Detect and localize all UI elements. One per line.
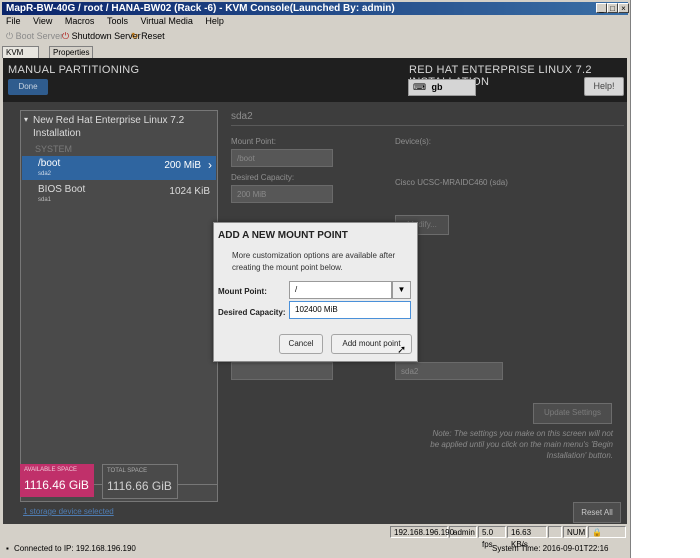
menu-bar: File View Macros Tools Virtual Media Hel… <box>2 15 628 27</box>
page-title: MANUAL PARTITIONING <box>8 64 140 76</box>
settings-note: Note: The settings you make on this scre… <box>430 429 613 460</box>
lock-icon: 🔒 <box>588 526 626 538</box>
status-user: admin <box>449 526 477 538</box>
desired-capacity-field[interactable]: 200 MiB <box>231 185 333 203</box>
installation-header: New Red Hat Enterprise Linux 7.2 Install… <box>33 115 185 139</box>
dialog-description: More customization options are available… <box>232 251 396 272</box>
name-field[interactable]: sda2 <box>395 362 503 380</box>
total-space-box: TOTAL SPACE 1116.66 GiB <box>102 464 178 499</box>
dialog-mount-point-input[interactable]: / <box>289 281 392 299</box>
partition-name: BIOS Boot <box>38 184 86 195</box>
add-mount-point-dialog: ADD A NEW MOUNT POINT More customization… <box>213 222 418 362</box>
maximize-button[interactable]: □ <box>607 3 618 13</box>
shutdown-icon: ⏻ <box>62 31 70 41</box>
partition-size: 200 MiB <box>164 160 201 171</box>
cancel-button[interactable]: Cancel <box>279 334 323 354</box>
menu-file[interactable]: File <box>6 16 21 26</box>
menu-help[interactable]: Help <box>205 16 224 26</box>
available-space-label: AVAILABLE SPACE <box>24 467 78 473</box>
status-ip: 192.168.196.190 <box>390 526 454 538</box>
reset-label: Reset <box>141 31 165 41</box>
available-space-box: AVAILABLE SPACE 1116.46 GiB <box>20 464 94 497</box>
window-title-bar: MapR-BW-40G / root / HANA-BW02 (Rack -6)… <box>2 2 628 15</box>
tab-properties[interactable]: Properties <box>49 46 94 58</box>
shutdown-server-button[interactable]: ⏻ Shutdown Server <box>62 28 141 44</box>
system-section-label: SYSTEM <box>35 144 73 154</box>
menu-macros[interactable]: Macros <box>65 16 95 26</box>
device-value: Cisco UCSC-MRAIDC460 (sda) <box>395 178 508 187</box>
available-space-value: 1116.46 GiB <box>24 478 89 492</box>
dialog-mount-point-label: Mount Point: <box>218 287 267 296</box>
cursor-icon: ➚ <box>397 344 407 356</box>
window-title: MapR-BW-40G / root / HANA-BW02 (Rack -6)… <box>6 3 395 14</box>
partition-size: 1024 KiB <box>169 186 210 197</box>
status-blank <box>548 526 562 538</box>
total-space-label: TOTAL SPACE <box>107 468 148 474</box>
keyboard-layout: gb <box>431 82 443 92</box>
close-button[interactable]: × <box>618 3 629 13</box>
reset-button[interactable]: ↻ Reset <box>131 28 165 44</box>
storage-device-link[interactable]: 1 storage device selected <box>23 507 114 516</box>
partition-row-bios-boot[interactable]: BIOS Boot sda1 1024 KiB <box>22 182 216 206</box>
dialog-capacity-label: Desired Capacity: <box>218 308 286 317</box>
divider <box>231 125 624 126</box>
status-bar: 192.168.196.190 admin 5.0 fps 16.63 KB/s… <box>2 525 628 549</box>
boot-server-button[interactable]: ⏻ Boot Server <box>6 28 63 44</box>
power-icon: ⏻ <box>6 31 14 41</box>
menu-tools[interactable]: Tools <box>107 16 128 26</box>
label-field[interactable] <box>231 362 333 380</box>
desired-capacity-label: Desired Capacity: <box>231 173 295 182</box>
update-settings-button[interactable]: Update Settings <box>533 403 612 424</box>
reset-icon: ↻ <box>131 31 139 41</box>
menu-view[interactable]: View <box>33 16 52 26</box>
status-num: NUM <box>563 526 587 538</box>
keyboard-layout-indicator[interactable]: ⌨ gb <box>408 79 476 96</box>
help-button[interactable]: Help! <box>584 77 624 96</box>
status-fps: 5.0 fps <box>478 526 506 549</box>
partition-title: sda2 <box>231 111 253 122</box>
chevron-down-icon[interactable]: ▼ <box>392 281 411 299</box>
network-icon: ▪ <box>6 544 9 553</box>
system-time: System Time: 2016-09-01T22:16 <box>492 544 609 553</box>
boot-server-label: Boot Server <box>15 31 64 41</box>
status-rate: 16.63 KB/s <box>507 526 547 549</box>
done-button[interactable]: Done <box>8 79 48 95</box>
partition-list-panel: ▾ New Red Hat Enterprise Linux 7.2 Insta… <box>20 110 218 502</box>
menu-virtual-media[interactable]: Virtual Media <box>140 16 192 26</box>
collapse-arrow-icon[interactable]: ▾ <box>24 115 28 124</box>
tab-kvm-console[interactable]: KVM Console <box>2 46 40 68</box>
connection-bar: ▪ Connected to IP: 192.168.196.190 Syste… <box>2 541 628 556</box>
partition-row-boot[interactable]: /boot sda2 200 MiB › <box>22 156 216 180</box>
toolbar: ⏻ Boot Server ⏻ Shutdown Server ↻ Reset <box>2 28 628 44</box>
mount-point-field[interactable]: /boot <box>231 149 333 167</box>
connected-ip: Connected to IP: 192.168.196.190 <box>14 544 136 553</box>
dialog-capacity-input[interactable]: 102400 MiB <box>289 301 411 319</box>
partition-device: sda1 <box>38 197 52 203</box>
partition-device: sda2 <box>38 171 52 177</box>
device-label: Device(s): <box>395 137 432 146</box>
total-space-value: 1116.66 GiB <box>107 479 172 493</box>
kvm-screen[interactable]: MANUAL PARTITIONING Done RED HAT ENTERPR… <box>3 58 627 524</box>
minimize-button[interactable]: _ <box>596 3 607 13</box>
partition-name: /boot <box>38 158 61 169</box>
keyboard-icon: ⌨ <box>413 82 426 92</box>
mount-point-label: Mount Point: <box>231 137 276 146</box>
chevron-right-icon: › <box>208 158 212 172</box>
dialog-title: ADD A NEW MOUNT POINT <box>218 230 348 241</box>
reset-all-button[interactable]: Reset All <box>573 502 621 523</box>
